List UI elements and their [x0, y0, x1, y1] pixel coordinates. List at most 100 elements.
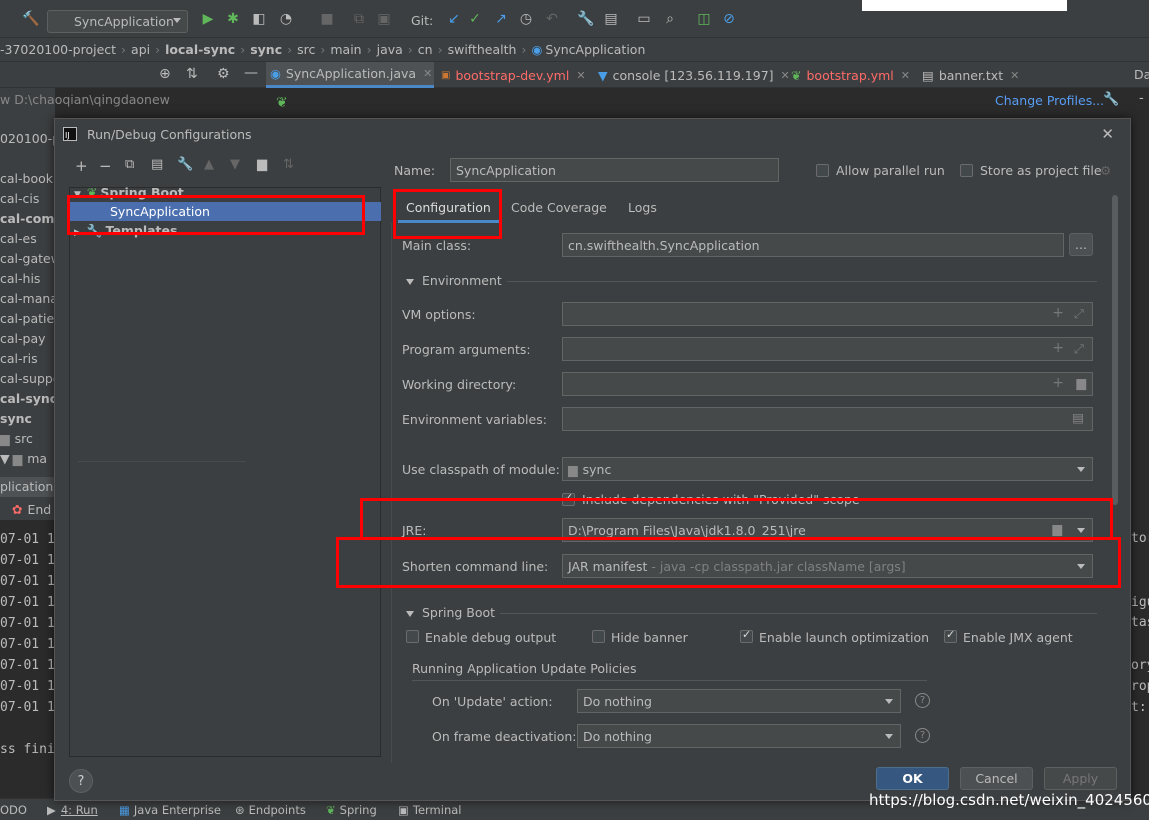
tree-node-syncapplication[interactable]: SyncApplication: [70, 202, 381, 221]
window-icon[interactable]: ▭: [635, 10, 653, 28]
breadcrumb-item[interactable]: swifthealth: [448, 42, 517, 57]
add-icon[interactable]: +: [1052, 340, 1064, 356]
copy-icon[interactable]: ⧉: [125, 157, 134, 172]
name-input[interactable]: SyncApplication: [450, 158, 779, 182]
history-icon[interactable]: ◷: [517, 10, 535, 28]
save-icon[interactable]: ▤: [151, 157, 163, 172]
main-class-input[interactable]: cn.swifthealth.SyncApplication: [562, 233, 1064, 257]
apply-button[interactable]: Apply: [1044, 767, 1117, 790]
ok-button[interactable]: OK: [876, 767, 949, 790]
breadcrumb-item[interactable]: api: [131, 42, 150, 57]
move-up-icon[interactable]: ▲: [204, 157, 214, 172]
environment-section[interactable]: Environment: [406, 273, 502, 288]
breadcrumb-item[interactable]: src: [297, 42, 315, 57]
project-item[interactable]: cal-suppo: [0, 371, 60, 386]
expand-icon[interactable]: ⤢: [1074, 341, 1084, 357]
browse-main-class-button[interactable]: ...: [1069, 233, 1093, 256]
project-item[interactable]: cal-sync: [0, 391, 57, 406]
document-icon[interactable]: ▤: [1072, 410, 1084, 425]
environment-variables-input[interactable]: ▤: [562, 407, 1093, 431]
todo-tab[interactable]: ODO: [0, 803, 27, 817]
spring-tab[interactable]: ❦ Spring: [326, 803, 377, 817]
project-item[interactable]: sync: [0, 411, 32, 426]
database-panel-label[interactable]: Da: [1134, 67, 1149, 82]
classpath-module-select[interactable]: ▆ sync: [562, 457, 1093, 481]
breadcrumb-item[interactable]: -37020100-project: [0, 42, 116, 57]
settings-wrench-icon[interactable]: 🔧: [577, 10, 595, 28]
rollback-icon[interactable]: ↶: [543, 10, 561, 28]
run-panel-tab[interactable]: ✿ End: [0, 502, 51, 517]
close-icon[interactable]: ✕: [1010, 69, 1019, 82]
expand-icon[interactable]: ⤢: [1074, 306, 1084, 322]
run-icon[interactable]: ▶: [199, 10, 217, 28]
spring-boot-section[interactable]: Spring Boot: [406, 605, 495, 620]
project-structure-icon[interactable]: ▤: [602, 10, 620, 28]
project-item[interactable]: ▼ ▆ ma: [0, 451, 47, 466]
gear-icon[interactable]: ⚙: [217, 66, 230, 82]
stop-icon[interactable]: ■: [318, 10, 336, 28]
git-update-icon[interactable]: ↙: [445, 10, 463, 28]
git-commit-icon[interactable]: ✓: [466, 10, 484, 28]
add-icon[interactable]: +: [1052, 375, 1064, 391]
folder-icon[interactable]: ▆: [1076, 375, 1086, 390]
breadcrumb-item[interactable]: java: [377, 42, 403, 57]
enable-debug-output-checkbox[interactable]: [406, 630, 419, 643]
tab-bootstrap-dev-yml[interactable]: ▣ bootstrap-dev.yml ✕: [437, 62, 592, 88]
settings-wrench-icon[interactable]: 🔧: [177, 157, 193, 172]
run-tab[interactable]: ▶ 4: Run: [47, 803, 98, 817]
close-icon[interactable]: ✕: [423, 67, 432, 80]
monitor-icon[interactable]: ◫: [695, 10, 713, 28]
minimize-icon[interactable]: —: [244, 65, 258, 81]
enable-jmx-agent-checkbox[interactable]: [944, 628, 957, 643]
endpoints-tab[interactable]: ⊛ Endpoints: [235, 803, 306, 817]
breadcrumb-item[interactable]: sync: [250, 42, 282, 57]
java-enterprise-tab[interactable]: ▦ Java Enterprise: [119, 803, 221, 817]
search-icon[interactable]: ⌕: [661, 10, 679, 28]
build-hammer-icon[interactable]: 🔨: [22, 10, 40, 28]
collapse-icon[interactable]: ⇅: [186, 66, 198, 82]
terminal-tab[interactable]: ▣ Terminal: [398, 803, 461, 817]
stop-all-icon[interactable]: ▣: [375, 10, 393, 28]
tab-bootstrap-yml[interactable]: ❦ bootstrap.yml ✕: [787, 62, 913, 88]
help-icon[interactable]: ?: [915, 728, 930, 743]
git-push-icon[interactable]: ↗: [492, 10, 510, 28]
project-item[interactable]: cal-es: [0, 231, 37, 246]
project-item[interactable]: cal-ris: [0, 351, 38, 366]
tab-code-coverage[interactable]: Code Coverage: [511, 200, 607, 215]
add-icon[interactable]: +: [1052, 305, 1064, 321]
working-directory-input[interactable]: + ▆: [562, 372, 1093, 396]
change-profiles-link[interactable]: Change Profiles...: [995, 93, 1104, 108]
help-icon[interactable]: ?: [915, 693, 930, 708]
shorten-command-line-select[interactable]: JAR manifest - java -cp classpath.jar cl…: [562, 554, 1093, 578]
breadcrumb-item[interactable]: cn: [418, 42, 433, 57]
profile-icon[interactable]: ◔: [277, 10, 295, 28]
project-item[interactable]: cal-pay: [0, 331, 46, 346]
tab-banner-txt[interactable]: ▤ banner.txt ✕: [918, 62, 1019, 88]
settings-wrench-icon[interactable]: 🔧: [1103, 92, 1119, 107]
project-item[interactable]: cal-his: [0, 271, 40, 286]
move-down-icon[interactable]: ▼: [230, 157, 240, 172]
run-configuration-select[interactable]: SyncApplication: [47, 10, 188, 33]
coverage-icon[interactable]: ◧: [250, 10, 268, 28]
cancel-button[interactable]: Cancel: [960, 767, 1033, 790]
program-arguments-input[interactable]: + ⤢: [562, 337, 1093, 361]
tab-console[interactable]: ▼ console [123.56.119.197] ✕: [594, 62, 790, 88]
sort-icon[interactable]: ⇅: [283, 157, 294, 172]
breadcrumb-item[interactable]: local-sync: [165, 42, 235, 57]
project-item[interactable]: cal-book: [0, 171, 53, 186]
close-icon[interactable]: ✕: [1101, 125, 1114, 143]
add-icon[interactable]: +: [75, 157, 88, 175]
tab-syncapplication-java[interactable]: ◉ SyncApplication.java ✕: [266, 62, 434, 88]
hide-banner-checkbox[interactable]: [592, 630, 605, 643]
tree-node-templates[interactable]: ▶ 🔧 Templates: [74, 223, 177, 239]
include-dependencies-checkbox[interactable]: [562, 491, 575, 506]
gear-icon[interactable]: ⚙: [1100, 163, 1111, 178]
project-item[interactable]: cal-cis: [0, 191, 39, 206]
breadcrumb-item[interactable]: main: [330, 42, 361, 57]
tree-node-spring-boot[interactable]: ▼ ❦ Spring Boot: [74, 185, 184, 200]
on-frame-deactivation-select[interactable]: Do nothing: [577, 724, 901, 748]
close-icon[interactable]: ✕: [576, 69, 585, 82]
remove-icon[interactable]: −: [99, 157, 112, 175]
folder-icon[interactable]: ▆: [1052, 521, 1062, 536]
tab-configuration[interactable]: Configuration: [398, 195, 499, 223]
